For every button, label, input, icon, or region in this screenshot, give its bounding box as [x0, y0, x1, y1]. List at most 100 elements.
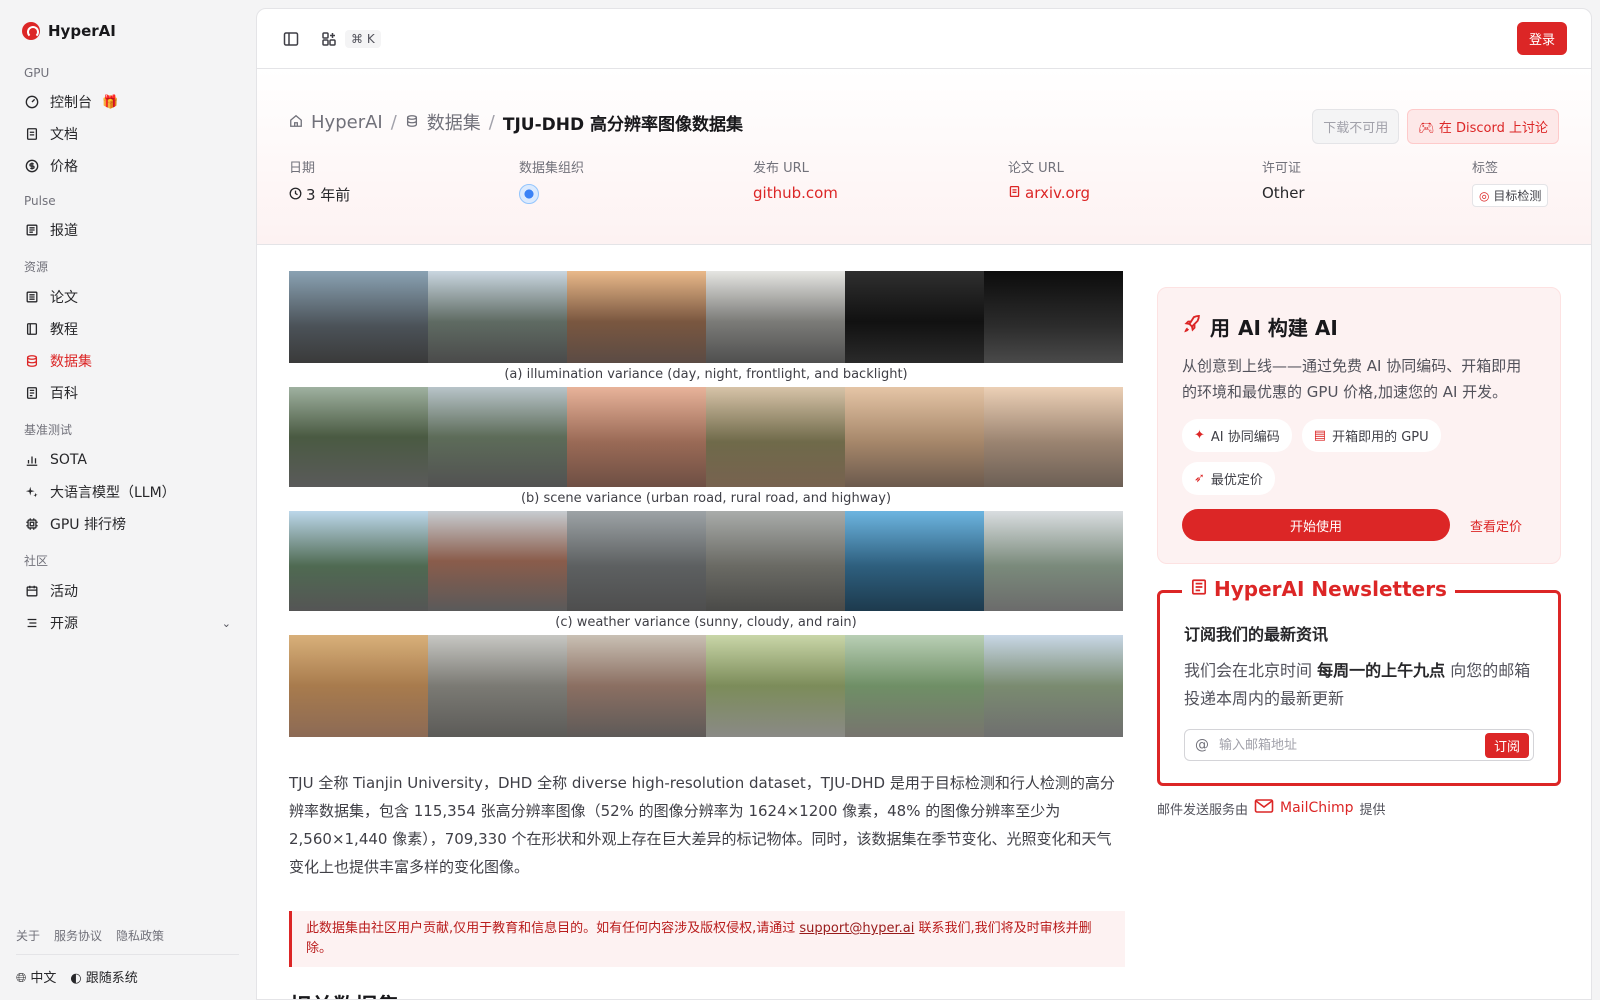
figure-caption: (a) illumination variance (day, night, f… — [504, 367, 908, 382]
server-icon: ▤ — [1313, 428, 1327, 443]
sidebar-item-docs[interactable]: 文档 — [16, 118, 239, 150]
figure-tile — [984, 635, 1123, 737]
brand-name: HyperAI — [48, 22, 116, 40]
sidebar-item-pricing[interactable]: 价格 — [16, 150, 239, 182]
meta-row: 日期 3 年前 数据集组织 发布 URL github.com 论文 URL a… — [289, 157, 1559, 207]
powered-text: 邮件发送服务由 — [1157, 802, 1249, 818]
release-link[interactable]: github.com — [753, 184, 1008, 202]
newsletter-form: @ 订阅 — [1184, 729, 1534, 761]
breadcrumb-separator: / — [488, 111, 495, 133]
promo-description: 从创意到上线——通过免费 AI 协同编码、开箱即用的环境和最优惠的 GPU 价格… — [1182, 357, 1522, 401]
figure-tile — [706, 271, 845, 363]
sidebar-item-news[interactable]: 报道 — [16, 214, 239, 246]
hyperai-logo-icon — [22, 22, 40, 40]
about-link[interactable]: 关于 — [16, 927, 40, 944]
database-icon — [24, 353, 40, 369]
get-started-button[interactable]: 开始使用 — [1182, 509, 1450, 541]
figure-tile — [567, 511, 706, 611]
section-pulse: Pulse — [24, 194, 56, 208]
figure-tile — [428, 635, 567, 737]
chip-pricing: ➶ 最优定价 — [1182, 462, 1275, 495]
chip-ai-coding: ✦ AI 协同编码 — [1182, 419, 1292, 452]
meta-tags: 标签 ◎ 目标检测 — [1472, 157, 1549, 207]
org-logo[interactable] — [519, 184, 539, 204]
chip-label: 开箱即用的 GPU — [1332, 430, 1429, 445]
meta-value — [519, 184, 753, 204]
sidebar-item-gpu-rank[interactable]: GPU 排行榜 — [16, 508, 239, 540]
dataset-description: TJU 全称 Tianjin University，DHD 全称 diverse… — [289, 774, 1115, 876]
figure-tile — [845, 635, 984, 737]
sidebar-item-papers[interactable]: 论文 — [16, 281, 239, 313]
sidebar: HyperAI GPU 控制台 🎁 文档 价格 Pulse 报道 资源 论文 教… — [0, 0, 255, 1000]
figure-caption: (b) scene variance (urban road, rural ro… — [520, 491, 892, 506]
meta-value: 3 年前 — [289, 184, 519, 205]
sidebar-toggle-icon[interactable] — [281, 29, 301, 49]
apps-icon[interactable] — [319, 29, 339, 49]
sidebar-item-label: 数据集 — [50, 354, 92, 370]
clock-icon — [289, 186, 302, 204]
figure-row-illumination — [289, 271, 1123, 363]
sidebar-item-tutorials[interactable]: 教程 — [16, 313, 239, 345]
mailchimp-label: MailChimp — [1280, 800, 1354, 816]
figure-tile — [984, 387, 1123, 487]
sidebar-item-wiki[interactable]: 百科 — [16, 377, 239, 409]
breadcrumb-home[interactable]: HyperAI — [311, 112, 383, 133]
discord-label: 在 Discord 上讨论 — [1438, 121, 1548, 136]
sidebar-item-events[interactable]: 活动 — [16, 575, 239, 607]
meta-label: 标签 — [1472, 161, 1499, 176]
terms-link[interactable]: 服务协议 — [54, 927, 102, 944]
email-field[interactable] — [1219, 737, 1485, 753]
main-panel: ⌘ K 登录 HyperAI / 数据集 / TJU-DHD 高分辨率图像数据集… — [256, 8, 1592, 1000]
chip-gpu: ▤ 开箱即用的 GPU — [1301, 419, 1441, 452]
sidebar-item-label: 大语言模型（LLM） — [50, 485, 176, 501]
figure-tile — [984, 271, 1123, 363]
newsletter-description: 我们会在北京时间 每周一的上午九点 向您的邮箱投递本周内的最新更新 — [1184, 657, 1534, 713]
dollar-icon — [24, 158, 40, 174]
tag-chip[interactable]: ◎ 目标检测 — [1472, 184, 1549, 207]
newsletter-legend: HyperAI Newsletters — [1182, 577, 1455, 601]
section-community: 社区 — [24, 554, 49, 568]
theme-switcher[interactable]: ◐ 跟随系统 — [70, 967, 137, 986]
figure-row-scene — [289, 387, 1123, 487]
list-icon — [24, 615, 40, 631]
sidebar-item-label: 活动 — [50, 584, 78, 600]
download-button[interactable]: 下载不可用 — [1312, 109, 1400, 144]
paper-link[interactable]: arxiv.org — [1008, 184, 1262, 202]
privacy-link[interactable]: 隐私政策 — [116, 927, 164, 944]
header-actions: 下载不可用 🎮︎ 在 Discord 上讨论 — [1312, 109, 1559, 144]
newsletter-time: 每周一的上午九点 — [1317, 661, 1446, 680]
support-email-link[interactable]: support@hyper.ai — [799, 921, 914, 936]
view-pricing-link[interactable]: 查看定价 — [1470, 516, 1522, 535]
chevron-down-icon[interactable]: ⌄ — [222, 617, 231, 630]
eye-icon: ◎ — [1479, 189, 1490, 203]
sidebar-item-llm[interactable]: 大语言模型（LLM） — [16, 476, 239, 508]
calendar-icon — [24, 583, 40, 599]
subscribe-button[interactable]: 订阅 — [1484, 732, 1529, 758]
figure-tile — [567, 635, 706, 737]
sidebar-item-label: 文档 — [50, 127, 78, 143]
command-shortcut[interactable]: ⌘ K — [345, 29, 381, 48]
sidebar-item-label: 控制台 — [50, 95, 92, 111]
sidebar-item-sota[interactable]: SOTA — [16, 444, 239, 476]
sidebar-item-label: SOTA — [50, 452, 87, 468]
sidebar-item-opensource[interactable]: 开源 ⌄ — [16, 607, 239, 639]
sidebar-item-datasets[interactable]: 数据集 — [16, 345, 239, 377]
figure-row-season — [289, 635, 1123, 737]
sidebar-item-label: 百科 — [50, 386, 78, 402]
tag-label: 目标检测 — [1493, 189, 1542, 203]
mailchimp-link[interactable]: MailChimp — [1254, 798, 1354, 818]
database-icon — [405, 112, 419, 133]
section-gpu: GPU — [24, 66, 50, 80]
sidebar-item-console[interactable]: 控制台 🎁 — [16, 86, 239, 118]
language-switcher[interactable]: 🌐︎ 中文 — [16, 967, 56, 986]
breadcrumb-separator: / — [390, 111, 397, 133]
login-button[interactable]: 登录 — [1516, 22, 1567, 55]
brand[interactable]: HyperAI — [16, 20, 239, 42]
meta-date: 日期 3 年前 — [289, 157, 519, 207]
contrast-icon: ◐ — [70, 971, 82, 986]
sparkles-icon: ✦ — [1194, 428, 1205, 443]
breadcrumb-datasets[interactable]: 数据集 — [427, 109, 481, 135]
figure-tile — [984, 511, 1123, 611]
discord-button[interactable]: 🎮︎ 在 Discord 上讨论 — [1407, 109, 1559, 144]
figure-tile — [845, 271, 984, 363]
